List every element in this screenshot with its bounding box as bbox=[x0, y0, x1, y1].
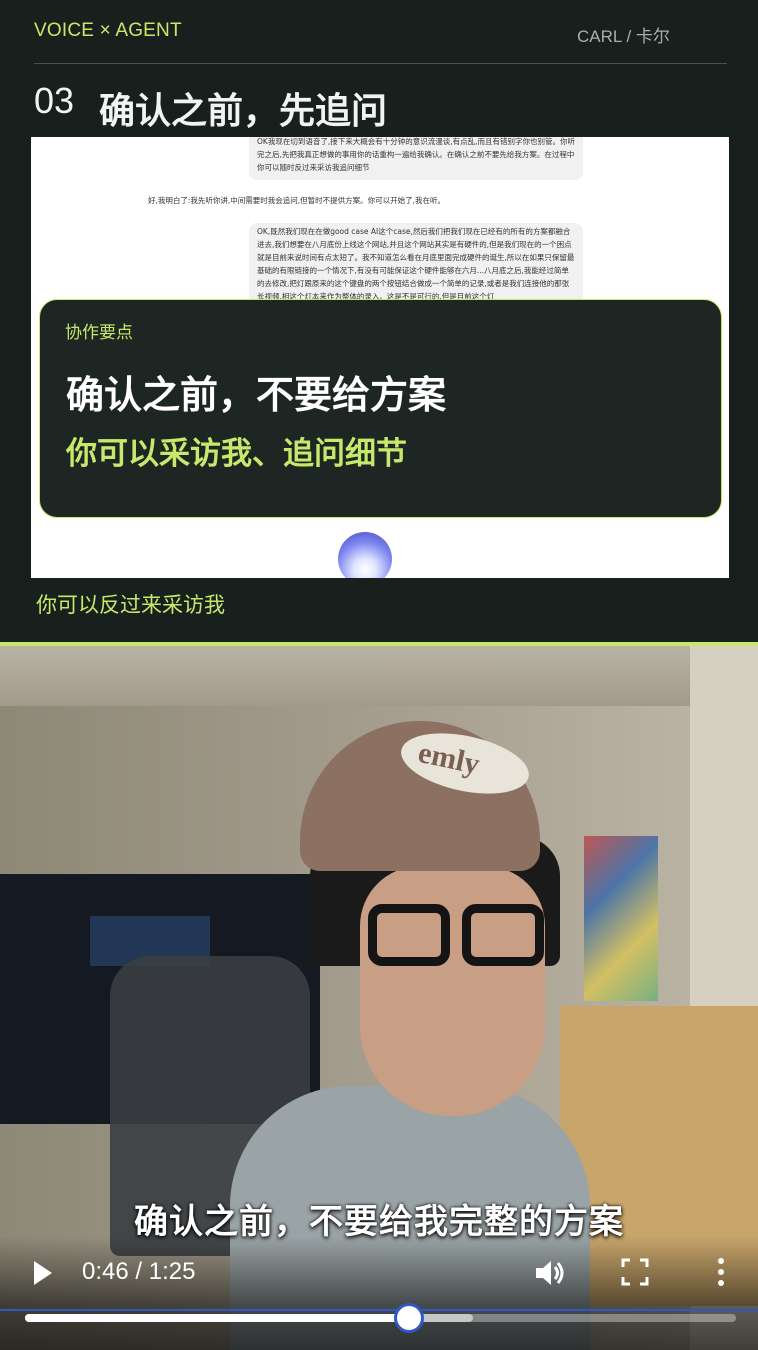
section-title: 确认之前，先追问 bbox=[99, 91, 388, 132]
volume-icon[interactable] bbox=[533, 1257, 565, 1289]
current-time: 0:46 bbox=[82, 1258, 129, 1285]
progress-played bbox=[25, 1314, 409, 1322]
time-display: 0:46 / 1:25 bbox=[82, 1258, 195, 1286]
progress-thumb[interactable] bbox=[396, 1306, 421, 1330]
time-separator: / bbox=[135, 1258, 143, 1285]
brand-title: VOICE × AGENT bbox=[34, 20, 182, 41]
header-divider bbox=[34, 63, 727, 64]
progress-accent-line bbox=[0, 1309, 758, 1311]
video-poster bbox=[584, 836, 658, 1001]
callout-title: 确认之前，不要给方案 bbox=[66, 373, 447, 417]
callout-subtitle: 你可以采访我、追问细节 bbox=[66, 436, 407, 472]
section-number: 03 bbox=[34, 80, 75, 121]
fullscreen-icon[interactable] bbox=[621, 1258, 649, 1286]
duration: 1:25 bbox=[148, 1258, 196, 1285]
slide-panel: VOICE × AGENT CARL / 卡尔 03 确认之前，先追问 OK我现… bbox=[0, 0, 758, 645]
voice-orb-icon bbox=[338, 532, 392, 578]
callout-card: 协作要点 确认之前，不要给方案 你可以采访我、追问细节 bbox=[39, 299, 722, 518]
slide-caption: 你可以反过来采访我 bbox=[36, 593, 225, 617]
video-player[interactable]: emly 确认之前，不要给我完整的方案 0:46 / 1:25 bbox=[0, 646, 758, 1350]
author-label: CARL / 卡尔 bbox=[577, 27, 670, 46]
controls-overlay bbox=[0, 1236, 758, 1350]
assistant-reply: 好,我明白了:我先听你讲,中间需要时我会追问,但暂时不提供方案。你可以开始了,我… bbox=[148, 196, 446, 205]
glasses-right bbox=[462, 904, 544, 966]
more-options-icon[interactable] bbox=[712, 1256, 730, 1288]
glasses-left bbox=[368, 904, 450, 966]
play-icon[interactable] bbox=[28, 1258, 58, 1288]
user-message-bubble: OK我现在切到语音了,接下来大概会有十分钟的意识流漫谈,有点乱,而且有错别字你也… bbox=[249, 137, 583, 180]
callout-eyebrow: 协作要点 bbox=[65, 323, 133, 343]
